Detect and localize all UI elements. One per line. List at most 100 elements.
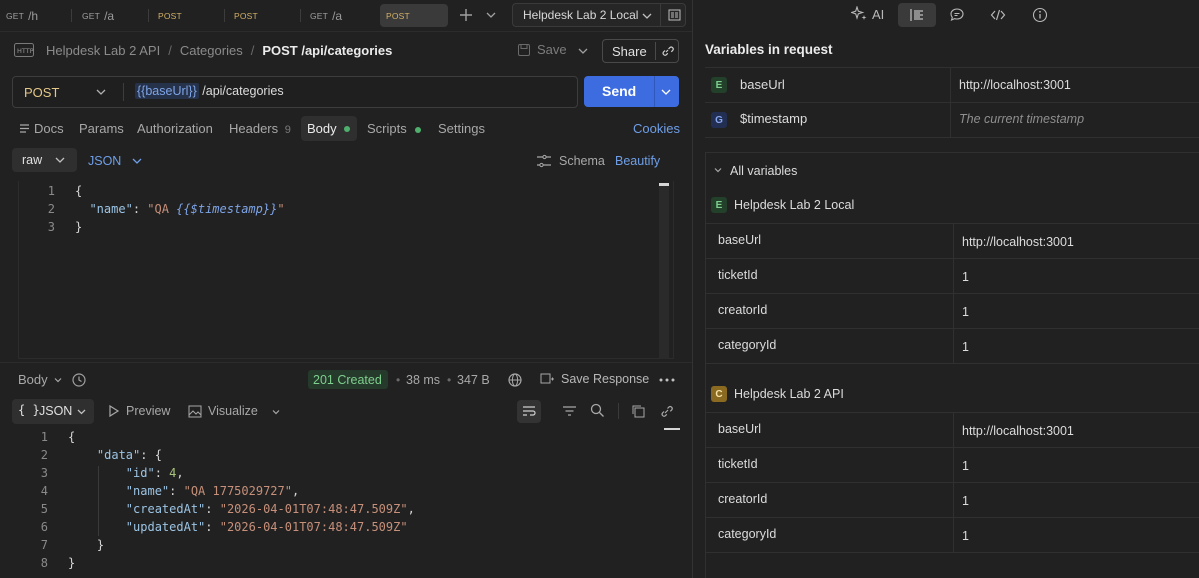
link-icon xyxy=(662,46,674,56)
code-line: } xyxy=(68,556,76,570)
new-tab-button[interactable] xyxy=(458,7,474,23)
response-time[interactable]: 38 ms xyxy=(406,373,440,387)
code-icon[interactable] xyxy=(990,7,1006,23)
json-string: "QA 1775029727" xyxy=(183,484,292,498)
breadcrumb-collection[interactable]: Helpdesk Lab 2 API xyxy=(46,43,160,58)
more-options-icon[interactable] xyxy=(659,373,675,387)
request-tab[interactable]: POST xyxy=(152,4,222,27)
variable-value[interactable]: 1 xyxy=(962,270,969,284)
json-key: "updatedAt" xyxy=(125,520,206,534)
variable-name[interactable]: categoryId xyxy=(718,338,776,352)
variables-tab-button[interactable] xyxy=(898,3,936,27)
plus-icon xyxy=(460,9,472,21)
variable-name[interactable]: ticketId xyxy=(718,268,758,282)
variable-name[interactable]: ticketId xyxy=(718,457,758,471)
variable-value[interactable]: http://localhost:3001 xyxy=(962,235,1074,249)
response-size[interactable]: 347 B xyxy=(457,373,490,387)
chevron-down-icon xyxy=(272,410,280,415)
save-button[interactable]: Save xyxy=(517,42,567,57)
history-icon[interactable] xyxy=(71,372,87,388)
environment-group-name[interactable]: Helpdesk Lab 2 Local xyxy=(734,198,854,212)
response-scrollbar-thumb[interactable] xyxy=(664,428,680,430)
headers-count-badge: 9 xyxy=(284,124,291,136)
globe-icon[interactable] xyxy=(507,372,523,388)
collection-group-name[interactable]: Helpdesk Lab 2 API xyxy=(734,387,844,401)
variable-value[interactable]: 1 xyxy=(962,340,969,354)
url-input[interactable]: {{baseUrl}} /api/categories xyxy=(135,83,284,99)
method-select[interactable]: POST xyxy=(13,77,123,107)
filter-icon[interactable] xyxy=(562,405,577,417)
response-body-select[interactable]: Body xyxy=(18,372,63,387)
tab-params[interactable]: Params xyxy=(79,121,124,136)
tabs-menu-button[interactable] xyxy=(485,9,497,21)
copy-icon[interactable] xyxy=(631,404,646,419)
tab-docs[interactable]: Docs xyxy=(34,121,64,136)
link-icon[interactable] xyxy=(659,404,674,419)
cookies-link[interactable]: Cookies xyxy=(633,121,680,136)
request-tab[interactable]: POST xyxy=(228,4,298,27)
chevron-down-icon xyxy=(54,377,62,382)
method-label: POST xyxy=(386,10,410,21)
request-tab[interactable]: GET /a xyxy=(76,4,146,27)
breadcrumb-folder[interactable]: Categories xyxy=(180,43,243,58)
search-icon[interactable] xyxy=(590,403,605,418)
tab-settings[interactable]: Settings xyxy=(438,121,485,136)
variable-name[interactable]: baseUrl xyxy=(740,77,785,92)
comments-icon[interactable] xyxy=(949,7,965,23)
schema-button[interactable]: Schema xyxy=(536,154,605,168)
save-options-button[interactable] xyxy=(577,45,589,57)
share-button[interactable]: Share xyxy=(602,39,679,63)
tab-scripts[interactable]: Scripts xyxy=(367,121,422,136)
variable-value[interactable]: 1 xyxy=(962,494,969,508)
save-response-button[interactable]: Save Response xyxy=(540,372,649,386)
variable-value[interactable]: http://localhost:3001 xyxy=(959,78,1071,92)
variable-name[interactable]: baseUrl xyxy=(718,233,761,247)
response-format-select[interactable]: { } JSON xyxy=(12,399,94,424)
body-language-select[interactable]: JSON xyxy=(88,154,143,168)
visualize-options-button[interactable] xyxy=(271,407,281,417)
docs-icon xyxy=(19,123,30,134)
variable-name[interactable]: baseUrl xyxy=(718,422,761,436)
variable-value[interactable]: The current timestamp xyxy=(959,112,1084,126)
save-icon xyxy=(518,43,530,56)
ai-button[interactable]: AI xyxy=(851,6,884,22)
chevron-down-icon xyxy=(661,89,671,95)
scrollbar-thumb[interactable] xyxy=(659,183,669,186)
collapse-all-variables[interactable] xyxy=(713,165,723,175)
collection-badge: C xyxy=(711,386,727,402)
status-badge[interactable]: 201 Created xyxy=(308,370,388,389)
send-button[interactable]: Send xyxy=(584,76,679,107)
json-key: "data" xyxy=(96,448,141,462)
environment-selector[interactable]: Helpdesk Lab 2 Local xyxy=(512,3,686,27)
variable-value[interactable]: http://localhost:3001 xyxy=(962,424,1074,438)
variable-value[interactable]: 1 xyxy=(962,305,969,319)
visualize-button[interactable]: Visualize xyxy=(188,404,258,418)
variable-value[interactable]: 1 xyxy=(962,459,969,473)
info-icon[interactable] xyxy=(1032,7,1048,23)
preview-button[interactable]: Preview xyxy=(108,404,170,418)
request-tab-active[interactable]: POST xyxy=(380,4,448,27)
editor-scrollbar[interactable] xyxy=(659,183,669,359)
variable-value[interactable]: 1 xyxy=(962,529,969,543)
variable-name[interactable]: categoryId xyxy=(718,527,776,541)
tab-body[interactable]: Body xyxy=(301,116,357,141)
method-label: GET xyxy=(82,10,101,21)
request-tab[interactable]: GET /h xyxy=(0,4,70,27)
all-variables-label[interactable]: All variables xyxy=(730,164,797,178)
line-number: 1 xyxy=(47,184,55,198)
wrap-lines-button[interactable] xyxy=(517,400,541,423)
body-mode-select[interactable]: raw xyxy=(12,148,77,172)
variable-name[interactable]: creatorId xyxy=(718,303,767,317)
tab-title: /h xyxy=(28,8,39,23)
image-icon xyxy=(188,405,202,417)
variable-name[interactable]: creatorId xyxy=(718,492,767,506)
request-tab-bar: GET /h GET /a POST POST GET /a POST Help… xyxy=(0,0,692,31)
environment-quick-look-icon xyxy=(668,9,681,21)
beautify-button[interactable]: Beautify xyxy=(615,154,660,168)
tab-headers[interactable]: Headers 9 xyxy=(229,121,291,136)
tab-authorization[interactable]: Authorization xyxy=(137,121,213,136)
variable-name[interactable]: $timestamp xyxy=(740,111,807,126)
share-label: Share xyxy=(612,44,647,59)
all-variables-section xyxy=(705,152,1199,578)
request-tab[interactable]: GET /a xyxy=(304,4,374,27)
